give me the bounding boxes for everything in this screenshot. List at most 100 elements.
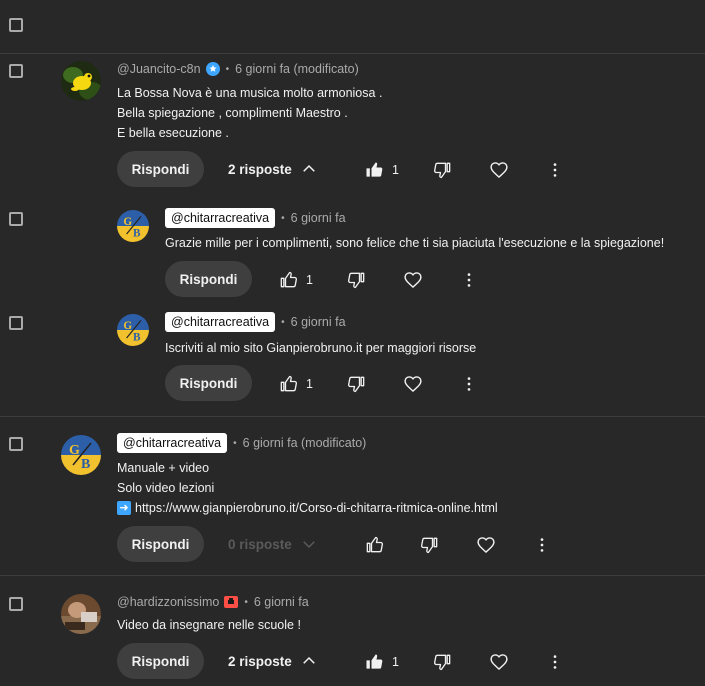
reply-button[interactable]: Rispondi	[117, 526, 204, 562]
avatar[interactable]	[61, 435, 101, 475]
avatar[interactable]	[117, 314, 149, 346]
chevron-up-icon	[300, 652, 318, 670]
comment-header: @hardizzonissimo • 6 giorni fa	[117, 595, 309, 609]
comment-header: @chitarracreativa • 6 giorni fa (modific…	[117, 433, 366, 453]
replies-count-label: 0 risposte	[228, 536, 292, 552]
heart-button[interactable]	[487, 158, 511, 182]
like-button[interactable]	[362, 650, 386, 674]
comment-header: @chitarracreativa • 6 giorni fa	[165, 312, 346, 332]
like-button[interactable]	[276, 372, 300, 396]
thumb-up-icon	[278, 374, 298, 394]
thumb-up-filled-icon	[364, 652, 384, 672]
comment-text: Iscriviti al mio sito Gianpierobruno.it …	[165, 338, 476, 358]
reply-button[interactable]: Rispondi	[165, 261, 252, 297]
like-count: 1	[306, 377, 313, 391]
reply-button[interactable]: Rispondi	[165, 365, 252, 401]
comment-line: Grazie mille per i complimenti, sono fel…	[165, 236, 665, 250]
separator-dot: •	[281, 212, 285, 224]
timestamp[interactable]: 6 giorni fa	[291, 211, 346, 225]
gb-logo-avatar	[61, 435, 101, 475]
timestamp[interactable]: 6 giorni fa (modificato)	[243, 436, 367, 450]
chevron-down-icon	[300, 535, 318, 553]
more-vert-icon	[545, 160, 565, 180]
author-handle-chip[interactable]: @chitarracreativa	[165, 312, 276, 332]
more-actions-button[interactable]	[543, 158, 567, 182]
replies-toggle: 0 risposte	[228, 535, 318, 553]
comment-checkbox[interactable]	[9, 64, 23, 78]
avatar[interactable]	[117, 210, 149, 242]
timestamp[interactable]: 6 giorni fa	[291, 315, 346, 329]
heart-icon	[476, 535, 496, 555]
thumb-up-filled-icon	[364, 160, 384, 180]
timestamp[interactable]: 6 giorni fa	[254, 595, 309, 609]
comment-link[interactable]: https://www.gianpierobruno.it/Corso-di-c…	[135, 498, 498, 518]
dislike-button[interactable]	[431, 158, 455, 182]
heart-button[interactable]	[401, 268, 425, 292]
like-button[interactable]	[276, 268, 300, 292]
avatar[interactable]	[61, 594, 101, 634]
more-actions-button[interactable]	[530, 533, 554, 557]
comment-line: Solo video lezioni	[117, 481, 215, 495]
like-button[interactable]	[362, 533, 386, 557]
divider	[0, 575, 705, 576]
author-handle-chip[interactable]: @chitarracreativa	[117, 433, 228, 453]
thumb-up-icon	[278, 270, 298, 290]
more-vert-icon	[532, 535, 552, 555]
dislike-button[interactable]	[345, 268, 369, 292]
comment-line: Manuale + video	[117, 461, 210, 475]
comment-checkbox[interactable]	[9, 316, 23, 330]
right-arrow-emoji-icon: ➜	[117, 501, 131, 515]
divider	[0, 53, 705, 54]
comment-line: La Bossa Nova è una musica molto armonio…	[117, 86, 383, 100]
replies-toggle[interactable]: 2 risposte	[228, 160, 318, 178]
separator-dot: •	[281, 316, 285, 328]
thumb-down-icon	[433, 160, 453, 180]
comment-text: Manuale + video Solo video lezioni ➜ htt…	[117, 458, 498, 518]
comment-checkbox[interactable]	[9, 437, 23, 451]
replies-toggle[interactable]: 2 risposte	[228, 652, 318, 670]
comment-link-line: ➜ https://www.gianpierobruno.it/Corso-di…	[117, 498, 498, 518]
like-count: 1	[392, 163, 399, 177]
comment-text: Video da insegnare nelle scuole !	[117, 615, 301, 635]
select-all-checkbox[interactable]	[9, 18, 23, 32]
replies-count-label: 2 risposte	[228, 161, 292, 177]
comment-line: Video da insegnare nelle scuole !	[117, 618, 301, 632]
user-photo-avatar	[61, 594, 101, 634]
more-actions-button[interactable]	[457, 372, 481, 396]
thumb-down-icon	[433, 652, 453, 672]
timestamp[interactable]: 6 giorni fa (modificato)	[235, 62, 359, 76]
dislike-button[interactable]	[431, 650, 455, 674]
avatar[interactable]	[61, 61, 101, 101]
more-vert-icon	[545, 652, 565, 672]
like-count: 1	[392, 655, 399, 669]
heart-button[interactable]	[474, 533, 498, 557]
replies-count-label: 2 risposte	[228, 653, 292, 669]
heart-icon	[403, 374, 423, 394]
red-member-badge-icon	[224, 595, 239, 609]
thumb-down-icon	[347, 270, 367, 290]
comment-header: @Juancito-c8n • 6 giorni fa (modificato)	[117, 62, 359, 76]
comment-text: Grazie mille per i complimenti, sono fel…	[165, 233, 664, 253]
dislike-button[interactable]	[418, 533, 442, 557]
divider	[0, 416, 705, 417]
comment-checkbox[interactable]	[9, 212, 23, 226]
like-button[interactable]	[362, 158, 386, 182]
reply-button[interactable]: Rispondi	[117, 151, 204, 187]
thumb-up-icon	[364, 535, 384, 555]
reply-button[interactable]: Rispondi	[117, 643, 204, 679]
author-handle-chip[interactable]: @chitarracreativa	[165, 208, 276, 228]
author-handle[interactable]: @Juancito-c8n	[117, 62, 201, 76]
separator-dot: •	[244, 596, 248, 608]
comment-line: Bella spiegazione , complimenti Maestro …	[117, 106, 348, 120]
dislike-button[interactable]	[345, 372, 369, 396]
separator-dot: •	[225, 63, 230, 75]
heart-button[interactable]	[401, 372, 425, 396]
author-handle[interactable]: @hardizzonissimo	[117, 595, 219, 609]
like-count: 1	[306, 273, 313, 287]
comment-checkbox[interactable]	[9, 597, 23, 611]
heart-icon	[489, 160, 509, 180]
heart-button[interactable]	[487, 650, 511, 674]
more-actions-button[interactable]	[457, 268, 481, 292]
comment-line: Iscriviti al mio sito Gianpierobruno.it …	[165, 341, 477, 355]
more-actions-button[interactable]	[543, 650, 567, 674]
